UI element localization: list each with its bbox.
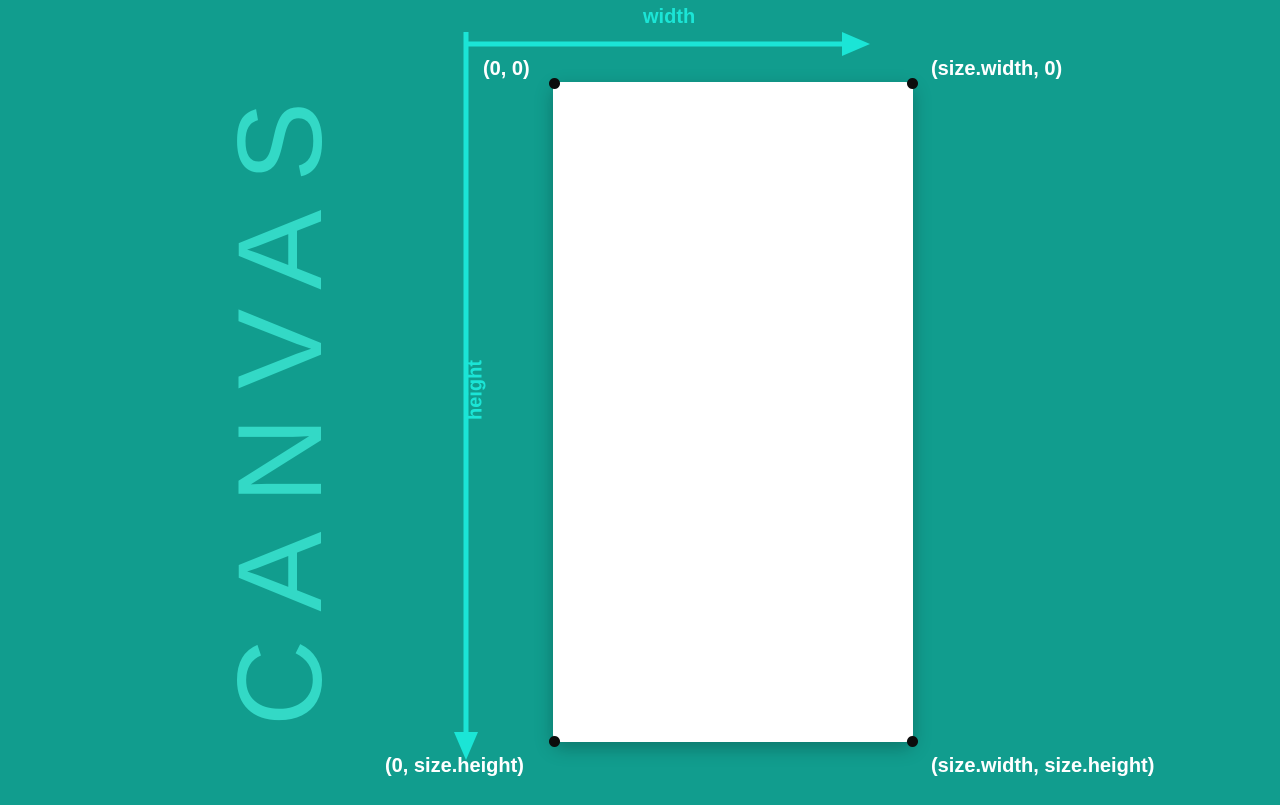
bottom-left-label: (0, size.height) bbox=[385, 755, 524, 778]
bottom-right-label: (size.width, size.height) bbox=[931, 755, 1154, 778]
origin-label: (0, 0) bbox=[483, 58, 530, 81]
origin-dot bbox=[549, 78, 560, 89]
top-right-dot bbox=[907, 78, 918, 89]
canvas-rectangle bbox=[553, 82, 913, 742]
height-axis-label: height bbox=[465, 360, 488, 420]
width-axis-label: width bbox=[643, 6, 695, 29]
bottom-right-dot bbox=[907, 736, 918, 747]
top-right-label: (size.width, 0) bbox=[931, 58, 1062, 81]
vertical-title: CANVAS bbox=[211, 74, 349, 727]
width-axis-arrow bbox=[462, 30, 870, 58]
bottom-left-dot bbox=[549, 736, 560, 747]
